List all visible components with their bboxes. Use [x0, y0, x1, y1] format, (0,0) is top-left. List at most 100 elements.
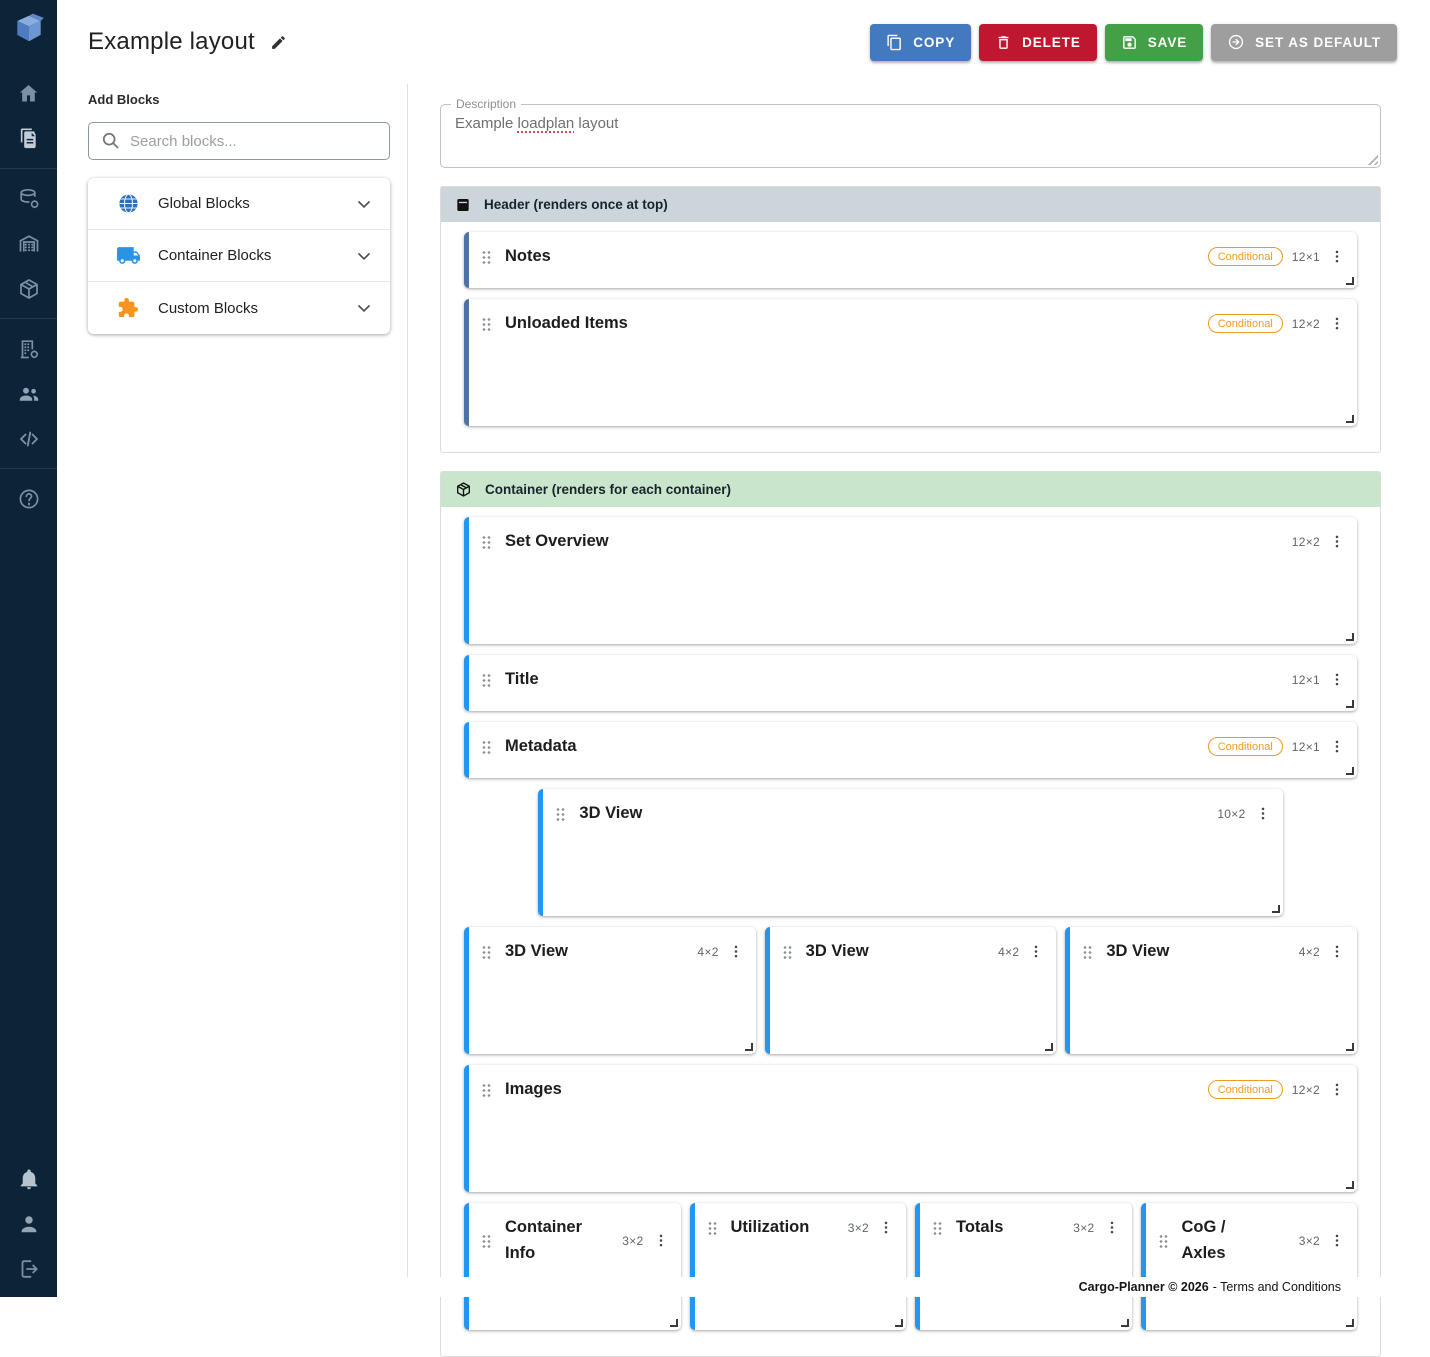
resize-handle[interactable] [1346, 415, 1354, 423]
group-container-blocks[interactable]: Container Blocks [88, 230, 390, 282]
set-as-default-button[interactable]: SET AS DEFAULT [1211, 24, 1397, 61]
block-card[interactable]: Title12×1 [464, 655, 1357, 711]
block-card[interactable]: Set Overview12×2 [464, 517, 1357, 644]
drag-handle-icon[interactable] [481, 1233, 492, 1248]
footer: Cargo-Planner © 2026 - Terms and Conditi… [114, 1277, 1430, 1297]
block-menu-button[interactable] [728, 943, 744, 960]
notifications-icon[interactable] [0, 1156, 57, 1201]
block-card[interactable]: Metadata Conditional 12×1 [464, 722, 1357, 778]
drag-handle-icon[interactable] [555, 806, 566, 821]
drag-handle-icon[interactable] [782, 944, 793, 959]
block-menu-button[interactable] [1329, 1081, 1345, 1098]
block-size: 12×2 [1292, 317, 1320, 331]
resize-handle[interactable] [1045, 1043, 1053, 1051]
resize-handle[interactable] [670, 1319, 678, 1327]
drag-handle-icon[interactable] [932, 1220, 943, 1235]
drag-handle-icon[interactable] [481, 249, 492, 264]
resize-handle[interactable] [1346, 767, 1354, 775]
conditional-badge: Conditional [1208, 737, 1283, 756]
block-menu-button[interactable] [1329, 533, 1345, 550]
section-label: Header (renders once at top) [484, 197, 668, 212]
group-global-blocks[interactable]: Global Blocks [88, 178, 390, 230]
block-card[interactable]: 3D View4×2 [765, 927, 1057, 1054]
block-menu-button[interactable] [1329, 738, 1345, 755]
resize-handle[interactable] [1346, 1043, 1354, 1051]
block-menu-button[interactable] [653, 1232, 669, 1249]
drag-handle-icon[interactable] [481, 316, 492, 331]
resize-handle[interactable] [1272, 905, 1280, 913]
block-title: Metadata [505, 734, 577, 760]
block-card[interactable]: 3D View10×2 [538, 789, 1282, 916]
block-card[interactable]: Utilization3×2 [690, 1203, 907, 1330]
search-blocks-input[interactable] [88, 122, 390, 160]
conditional-badge: Conditional [1208, 314, 1283, 333]
resize-handle[interactable] [1346, 277, 1354, 285]
block-card[interactable]: ImagesConditional12×2 [464, 1065, 1357, 1192]
code-icon[interactable] [0, 416, 57, 461]
save-button[interactable]: SAVE [1105, 24, 1203, 61]
block-menu-button[interactable] [1329, 943, 1345, 960]
block-size: 12×1 [1292, 740, 1320, 754]
block-row: Set Overview12×2 [464, 517, 1357, 644]
resize-handle[interactable] [895, 1319, 903, 1327]
logout-icon[interactable] [0, 1246, 57, 1291]
block-menu-button[interactable] [878, 1219, 894, 1236]
delete-button[interactable]: DELETE [979, 24, 1097, 61]
block-menu-button[interactable] [1329, 671, 1345, 688]
block-title: 3D View [505, 939, 568, 965]
resize-handle[interactable] [745, 1043, 753, 1051]
window-icon [455, 197, 471, 213]
description-input[interactable]: Description Example loadplan layout [440, 104, 1381, 168]
block-menu-button[interactable] [1329, 248, 1345, 265]
drag-handle-icon[interactable] [1082, 944, 1093, 959]
drag-handle-icon[interactable] [481, 944, 492, 959]
drag-handle-icon[interactable] [481, 534, 492, 549]
resize-handle[interactable] [1346, 1319, 1354, 1327]
block-menu-button[interactable] [1329, 1232, 1345, 1249]
block-menu-button[interactable] [1028, 943, 1044, 960]
block-card[interactable]: 3D View4×2 [1065, 927, 1357, 1054]
textarea-resize-handle[interactable] [1367, 154, 1378, 165]
sections: Header (renders once at top) NotesConditi… [440, 186, 1381, 1357]
warehouse-icon[interactable] [0, 221, 57, 266]
block-title: 3D View [806, 939, 869, 965]
group-custom-blocks[interactable]: Custom Blocks [88, 282, 390, 334]
help-icon[interactable] [0, 476, 57, 521]
drag-handle-icon[interactable] [481, 672, 492, 687]
resize-handle[interactable] [1346, 633, 1354, 641]
edit-title-icon[interactable] [270, 34, 287, 51]
drag-handle-icon[interactable] [707, 1220, 718, 1235]
users-icon[interactable] [0, 371, 57, 416]
data-settings-icon[interactable] [0, 176, 57, 221]
block-card[interactable]: Totals3×2 [915, 1203, 1132, 1330]
resize-handle[interactable] [1346, 700, 1354, 708]
copy-button[interactable]: COPY [870, 24, 971, 61]
resize-handle[interactable] [1121, 1319, 1129, 1327]
block-size: 10×2 [1217, 807, 1245, 821]
company-settings-icon[interactable] [0, 326, 57, 371]
account-icon[interactable] [0, 1201, 57, 1246]
home-icon[interactable] [0, 71, 57, 116]
drag-handle-icon[interactable] [481, 1082, 492, 1097]
block-menu-button[interactable] [1104, 1219, 1120, 1236]
drag-handle-icon[interactable] [481, 739, 492, 754]
conditional-badge: Conditional [1208, 247, 1283, 266]
block-card[interactable]: 3D View4×2 [464, 927, 756, 1054]
block-card[interactable]: NotesConditional12×1 [464, 232, 1357, 288]
block-menu-button[interactable] [1255, 805, 1271, 822]
documents-icon[interactable] [0, 116, 57, 161]
drag-handle-icon[interactable] [1158, 1233, 1169, 1248]
block-menu-button[interactable] [1329, 315, 1345, 332]
toolbar: COPY DELETE SAVE SET AS DEFAULT [870, 24, 1397, 61]
package-icon[interactable] [0, 266, 57, 311]
block-card[interactable]: Container Info3×2 [464, 1203, 681, 1330]
block-row: Metadata Conditional 12×1 [464, 722, 1357, 778]
block-card[interactable]: CoG / Axles3×2 [1141, 1203, 1358, 1330]
app-logo[interactable] [12, 12, 46, 51]
block-title: Utilization [731, 1215, 805, 1241]
terms-link[interactable]: - Terms and Conditions [1213, 1280, 1341, 1294]
truck-icon [115, 243, 141, 268]
chevron-down-icon [354, 194, 374, 214]
resize-handle[interactable] [1346, 1181, 1354, 1189]
block-card[interactable]: Unloaded ItemsConditional12×2 [464, 299, 1357, 426]
